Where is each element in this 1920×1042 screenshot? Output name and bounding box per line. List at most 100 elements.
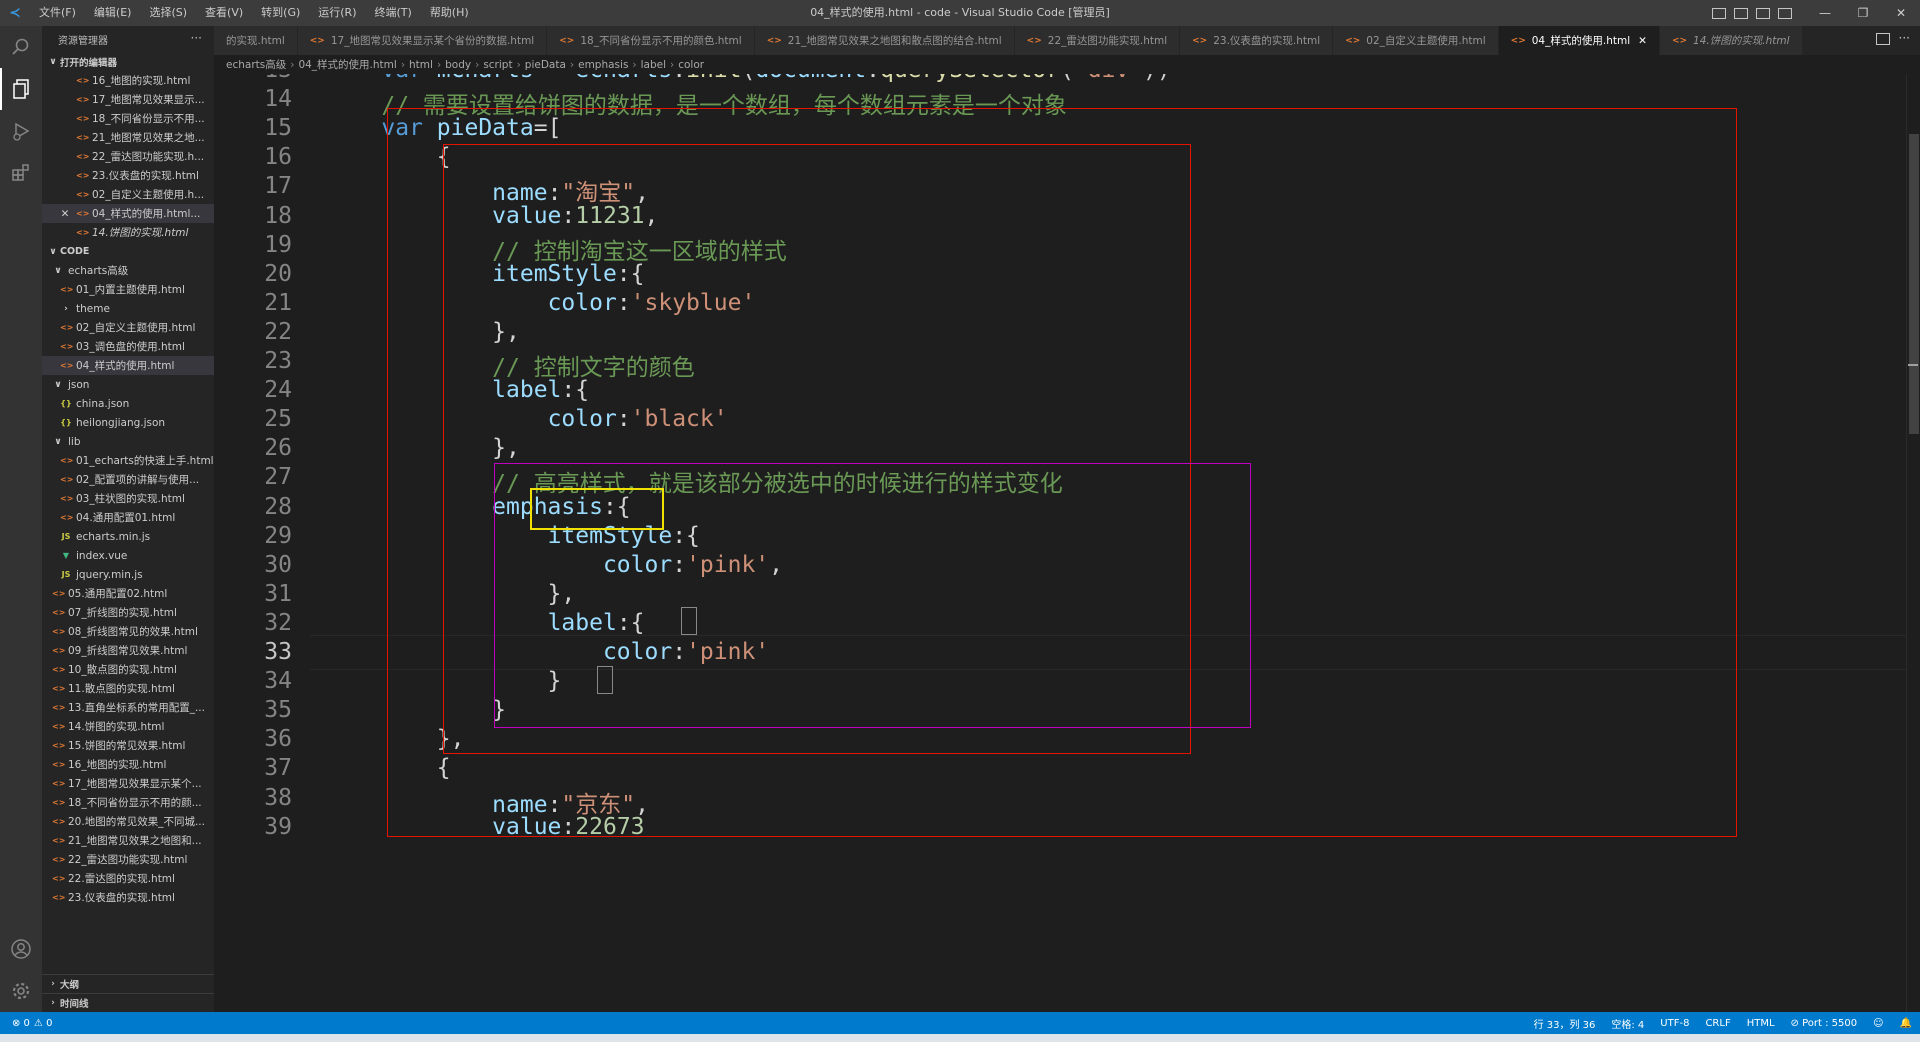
warnings-count[interactable]: ⚠ 0 xyxy=(34,1018,53,1029)
live-server-port[interactable]: ⊘ Port : 5500 xyxy=(1791,1018,1858,1029)
encoding[interactable]: UTF-8 xyxy=(1660,1018,1689,1029)
tree-file[interactable]: <> 01_echarts的快速上手.html xyxy=(42,451,214,470)
tree-file[interactable]: <> 10_散点图的实现.html xyxy=(42,660,214,679)
menu-item[interactable]: 选择(S) xyxy=(140,0,196,26)
tree-file[interactable]: <> 02_配置项的讲解与使用... xyxy=(42,470,214,489)
feedback-icon[interactable]: ☺ xyxy=(1873,1018,1883,1029)
code-line[interactable]: label:{ xyxy=(326,610,645,636)
open-editor-item[interactable]: <> 14.饼图的实现.html xyxy=(42,223,214,242)
tree-file[interactable]: <> 22_雷达图功能实现.html xyxy=(42,850,214,869)
tree-file[interactable]: <> 09_折线图常见效果.html xyxy=(42,641,214,660)
maximize-button[interactable]: ❐ xyxy=(1844,0,1882,26)
editor-tab[interactable]: <> 21_地图常见效果之地图和散点图的结合.html xyxy=(754,26,1015,55)
tree-file[interactable]: <> 14.饼图的实现.html xyxy=(42,717,214,736)
editor-tab[interactable]: <> 04_样式的使用.html ✕ xyxy=(1498,26,1660,55)
extensions-icon[interactable] xyxy=(0,152,42,194)
code-line[interactable]: color:'pink' xyxy=(326,639,769,665)
search-icon[interactable] xyxy=(0,26,42,68)
editor-tab[interactable]: 的实现.html xyxy=(214,26,298,55)
code-line[interactable]: label:{ xyxy=(326,377,589,403)
code-line[interactable]: } xyxy=(326,697,506,723)
tree-file[interactable]: <> 13.直角坐标系的常用配置_... xyxy=(42,698,214,717)
open-editor-item[interactable]: <> 18_不同省份显示不用... xyxy=(42,109,214,128)
scrollbar-thumb[interactable] xyxy=(1909,134,1919,434)
tree-file[interactable]: <> 23.仪表盘的实现.html xyxy=(42,888,214,907)
tree-file[interactable]: <> 08_折线图常见的效果.html xyxy=(42,622,214,641)
tree-file[interactable]: ▼ index.vue xyxy=(42,546,214,565)
tree-file[interactable]: <> 18_不同省份显示不用的颜... xyxy=(42,793,214,812)
tree-file[interactable]: <> 11.散点图的实现.html xyxy=(42,679,214,698)
breadcrumb-item[interactable]: pieData xyxy=(525,59,566,71)
end-of-line[interactable]: CRLF xyxy=(1705,1018,1730,1029)
code-line[interactable]: }, xyxy=(326,319,520,345)
close-icon[interactable]: ✕ xyxy=(58,208,72,220)
editor-tab[interactable]: <> 23.仪表盘的实现.html xyxy=(1180,26,1334,55)
minimize-button[interactable]: — xyxy=(1806,0,1844,26)
menu-item[interactable]: 运行(R) xyxy=(309,0,365,26)
split-editor-icon[interactable] xyxy=(1876,33,1890,45)
language-mode[interactable]: HTML xyxy=(1747,1018,1775,1029)
tree-file[interactable]: <> 21_地图常见效果之地图和... xyxy=(42,831,214,850)
code-line[interactable]: color:'pink', xyxy=(326,552,783,578)
tree-file[interactable]: <> 15.饼图的常见效果.html xyxy=(42,736,214,755)
workspace-section[interactable]: ∨ CODE xyxy=(42,242,214,261)
open-editor-item[interactable]: <> 17_地图常见效果显示... xyxy=(42,90,214,109)
open-editor-item[interactable]: <> 22_雷达图功能实现.h... xyxy=(42,147,214,166)
outline-section[interactable]: › 大纲 xyxy=(42,974,214,993)
open-editor-item[interactable]: ✕ <> 04_样式的使用.html... xyxy=(42,204,214,223)
breadcrumb-item[interactable]: body xyxy=(445,59,471,71)
tree-file[interactable]: <> 17_地图常见效果显示某个... xyxy=(42,774,214,793)
code-line[interactable]: var mCharts = echarts.init(document.quer… xyxy=(326,74,1170,83)
breadcrumb-item[interactable]: script xyxy=(483,59,512,71)
editor-tab[interactable]: <> 22_雷达图功能实现.html xyxy=(1014,26,1181,55)
code-editor[interactable]: 13 141516171819202122 23 242526272829303132… xyxy=(214,74,1920,1012)
tree-file[interactable]: <> 20.地图的常见效果_不同城... xyxy=(42,812,214,831)
menu-item[interactable]: 转到(G) xyxy=(252,0,309,26)
tree-file[interactable]: {} china.json xyxy=(42,394,214,413)
code-line[interactable]: emphasis:{ xyxy=(326,494,630,520)
editor-tab[interactable]: <> 18_不同省份显示不用的颜色.html xyxy=(547,26,755,55)
editor-tab[interactable]: <> 14.饼图的实现.html xyxy=(1659,26,1803,55)
code-line[interactable]: { xyxy=(326,144,451,170)
tree-file[interactable]: <> 03_调色盘的使用.html xyxy=(42,337,214,356)
code-line[interactable]: }, xyxy=(326,581,576,607)
tree-folder[interactable]: › theme xyxy=(42,299,214,318)
account-icon[interactable] xyxy=(0,928,42,970)
toggle-secondary-sidebar-icon[interactable] xyxy=(1756,7,1770,19)
tree-folder[interactable]: ∨ lib xyxy=(42,432,214,451)
tree-file[interactable]: <> 05.通用配置02.html xyxy=(42,584,214,603)
open-editor-item[interactable]: <> 21_地图常见效果之地... xyxy=(42,128,214,147)
indentation[interactable]: 空格: 4 xyxy=(1611,1016,1644,1031)
close-icon[interactable]: ✕ xyxy=(1638,35,1647,47)
toggle-panel-icon[interactable] xyxy=(1734,7,1748,19)
code-line[interactable]: color:'black' xyxy=(326,406,728,432)
open-editors-section[interactable]: ∨ 打开的编辑器 xyxy=(42,52,214,71)
tree-file[interactable]: <> 01_内置主题使用.html xyxy=(42,280,214,299)
editor-tab[interactable]: <> 02_自定义主题使用.html xyxy=(1333,26,1499,55)
tree-file[interactable]: <> 04.通用配置01.html xyxy=(42,508,214,527)
code-line[interactable]: }, xyxy=(326,726,465,752)
breadcrumb-item[interactable]: emphasis xyxy=(578,59,628,71)
close-window-button[interactable]: ✕ xyxy=(1882,0,1920,26)
tree-file[interactable]: {} heilongjiang.json xyxy=(42,413,214,432)
tree-file[interactable]: JS jquery.min.js xyxy=(42,565,214,584)
tree-file[interactable]: <> 07_折线图的实现.html xyxy=(42,603,214,622)
breadcrumb-item[interactable]: 04_样式的使用.html xyxy=(298,57,396,72)
code-line[interactable]: var pieData=[ xyxy=(326,115,561,141)
editor-scrollbar[interactable] xyxy=(1906,74,1920,1012)
tree-file[interactable]: <> 22.雷达图的实现.html xyxy=(42,869,214,888)
more-actions-icon[interactable]: ··· xyxy=(191,31,202,45)
code-line[interactable]: itemStyle:{ xyxy=(326,261,644,287)
open-editor-item[interactable]: <> 23.仪表盘的实现.html xyxy=(42,166,214,185)
menu-item[interactable]: 终端(T) xyxy=(366,0,421,26)
code-line[interactable]: value:22673 xyxy=(326,814,644,840)
open-editor-item[interactable]: <> 02_自定义主题使用.h... xyxy=(42,185,214,204)
cursor-position[interactable]: 行 33，列 36 xyxy=(1534,1016,1596,1031)
tree-file[interactable]: <> 03_柱状图的实现.html xyxy=(42,489,214,508)
explorer-icon[interactable] xyxy=(0,68,42,110)
code-line[interactable]: { xyxy=(326,755,451,781)
breadcrumb-item[interactable]: echarts高级 xyxy=(226,57,286,72)
code-line[interactable]: itemStyle:{ xyxy=(326,523,700,549)
menu-item[interactable]: 文件(F) xyxy=(30,0,85,26)
tree-folder[interactable]: ∨ echarts高级 xyxy=(42,261,214,280)
